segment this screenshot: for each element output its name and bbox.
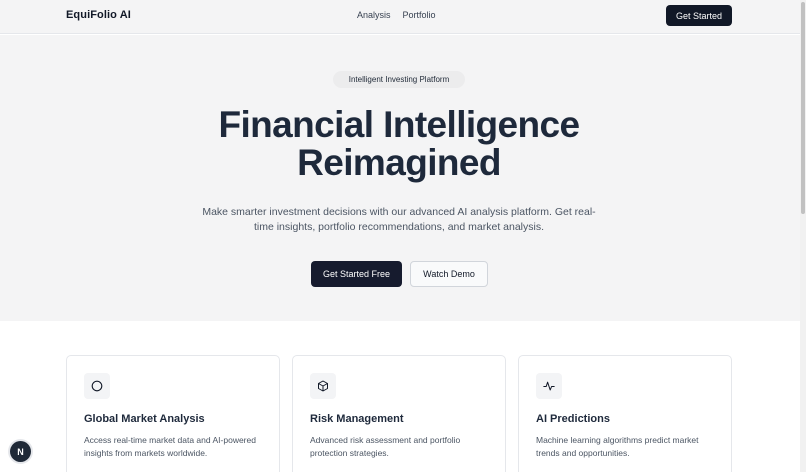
feature-description: Machine learning algorithms predict mark… bbox=[536, 435, 699, 458]
feature-description: Access real-time market data and AI-powe… bbox=[84, 435, 256, 458]
scrollbar-thumb[interactable] bbox=[801, 2, 805, 214]
feature-title: Global Market Analysis bbox=[84, 413, 205, 425]
hero-headline-line-1: Financial Intelligence bbox=[218, 104, 580, 145]
hero-headline: Financial Intelligence Reimagined bbox=[150, 106, 648, 182]
header-get-started-button[interactable]: Get Started bbox=[666, 5, 732, 26]
page-scrollbar[interactable] bbox=[800, 0, 806, 472]
circle-icon bbox=[84, 373, 110, 399]
feature-title: AI Predictions bbox=[536, 413, 610, 425]
floating-n-badge[interactable]: N bbox=[10, 441, 31, 462]
watch-demo-button[interactable]: Watch Demo bbox=[410, 261, 488, 287]
feature-title: Risk Management bbox=[310, 413, 404, 425]
hero-section: Intelligent Investing Platform Financial… bbox=[0, 35, 800, 321]
nav-link-portfolio[interactable]: Portfolio bbox=[403, 10, 436, 20]
feature-card-global-market: Global Market Analysis Access real-time … bbox=[66, 355, 280, 472]
landing-page: EquiFolio AI Analysis Portfolio Get Star… bbox=[0, 0, 806, 472]
feature-card-risk-management: Risk Management Advanced risk assessment… bbox=[292, 355, 506, 472]
nav-link-analysis[interactable]: Analysis bbox=[357, 10, 391, 20]
brand-logo[interactable]: EquiFolio AI bbox=[66, 9, 131, 21]
top-navbar: EquiFolio AI Analysis Portfolio Get Star… bbox=[0, 0, 800, 34]
hero-badge: Intelligent Investing Platform bbox=[333, 71, 465, 88]
activity-icon bbox=[536, 373, 562, 399]
box-icon bbox=[310, 373, 336, 399]
feature-description: Advanced risk assessment and portfolio p… bbox=[310, 435, 461, 458]
get-started-free-button[interactable]: Get Started Free bbox=[311, 261, 402, 287]
feature-card-ai-predictions: AI Predictions Machine learning algorith… bbox=[518, 355, 732, 472]
hero-headline-line-2: Reimagined bbox=[297, 142, 501, 183]
hero-subtext: Make smarter investment decisions with o… bbox=[202, 206, 596, 233]
main-nav: Analysis Portfolio bbox=[357, 10, 436, 20]
